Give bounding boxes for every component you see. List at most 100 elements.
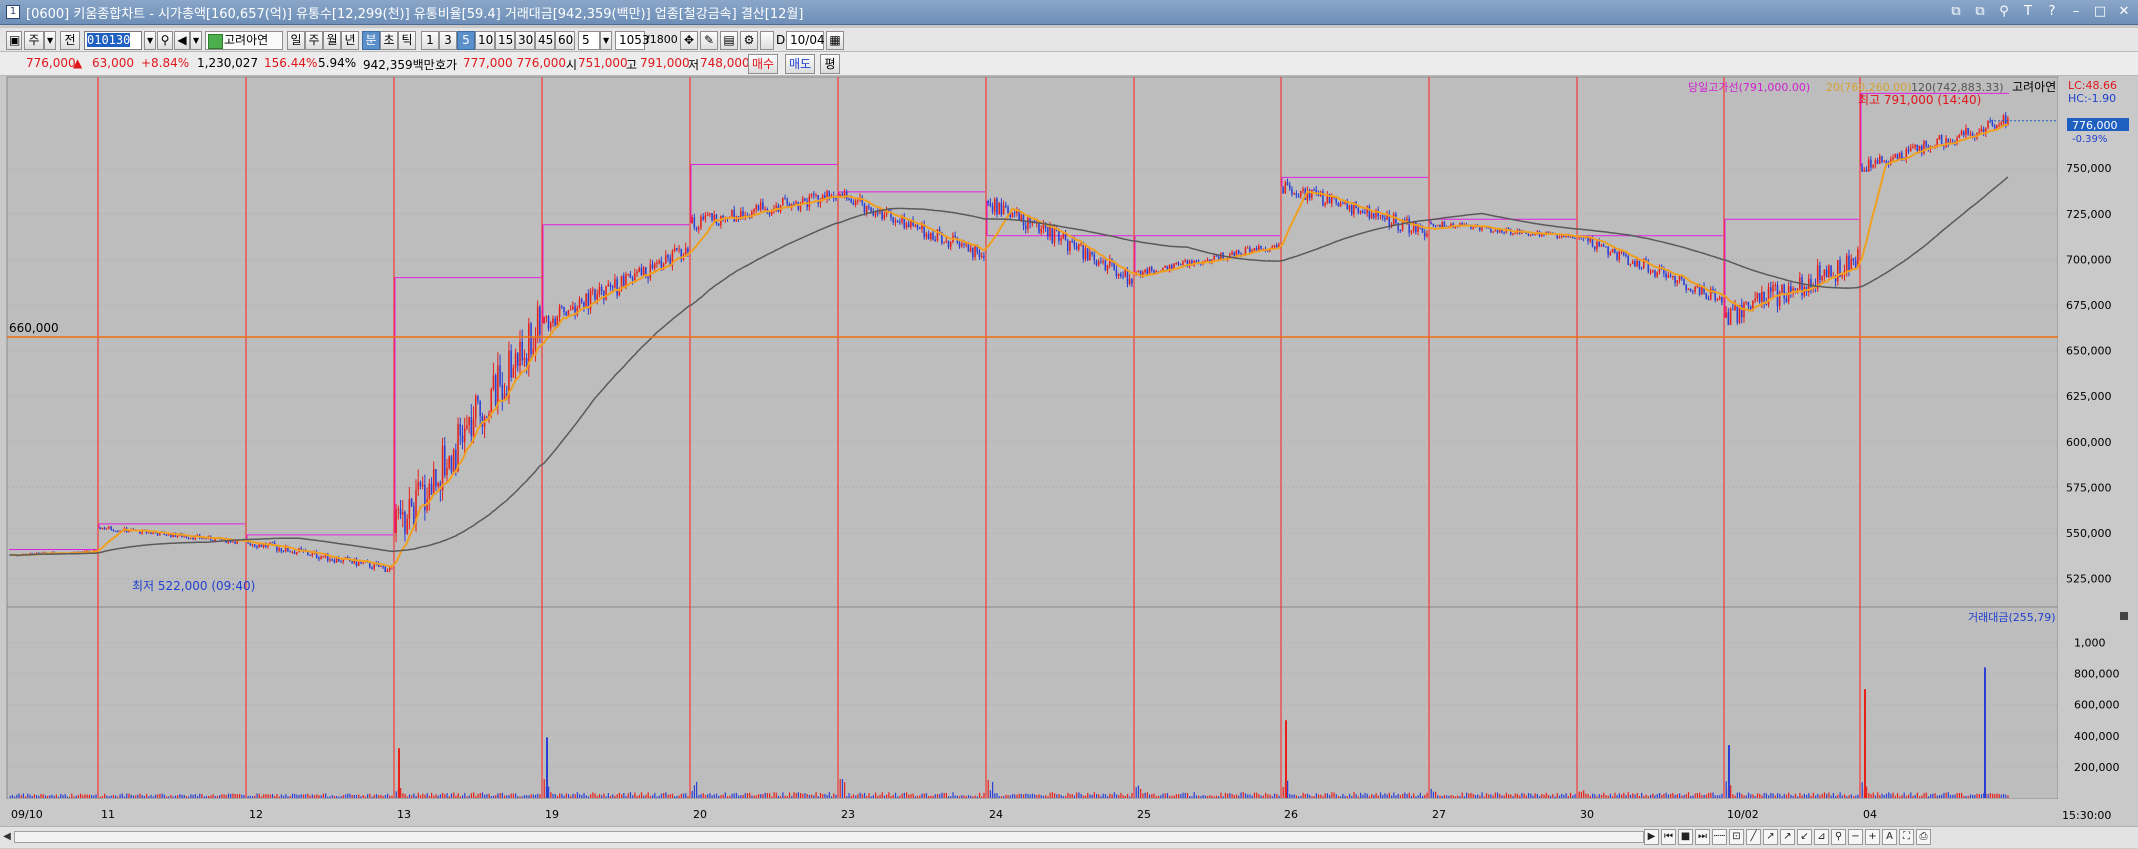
volume-panel-close-icon[interactable] [2120, 612, 2128, 620]
period-day[interactable]: 일 [287, 31, 305, 50]
date-input[interactable]: 10/04 [786, 31, 825, 50]
price-panel[interactable] [6, 76, 2059, 608]
minimize-button[interactable]: – [2068, 4, 2084, 20]
crosshair-icon[interactable]: ✥ [680, 31, 698, 50]
nav-first-icon[interactable]: ⏮ [1661, 829, 1676, 845]
period-week[interactable]: 주 [305, 31, 323, 50]
type-select[interactable]: 주 [24, 31, 44, 50]
period-year[interactable]: 년 [341, 31, 359, 50]
type-dropdown-icon[interactable]: ▼ [44, 31, 56, 50]
volume-bar [919, 795, 921, 798]
sell-button[interactable]: 매도 [785, 54, 815, 74]
period-month[interactable]: 월 [323, 31, 341, 50]
ruler-icon[interactable]: ┄┄ [1712, 829, 1727, 845]
stock-name[interactable]: 고려아연 [205, 31, 283, 50]
interval-30[interactable]: 30 [515, 31, 535, 50]
candle-body [461, 435, 464, 443]
scroll-thumb[interactable] [14, 831, 1644, 843]
volume-bar [302, 794, 305, 798]
settings-icon[interactable]: ⚙ [740, 31, 758, 50]
volume-bar [1550, 795, 1552, 798]
interval-5[interactable]: 5 [457, 31, 475, 50]
trend-tool-icon[interactable]: ↗ [1780, 829, 1795, 845]
prev-button[interactable]: 전 [60, 31, 80, 50]
volume-bar [1175, 794, 1177, 798]
interval-45[interactable]: 45 [535, 31, 555, 50]
zoom-minus-icon[interactable]: − [1848, 829, 1863, 845]
candle-body [945, 240, 948, 243]
volume-bar [1481, 792, 1483, 798]
buy-button[interactable]: 매수 [748, 54, 778, 74]
candle-body [516, 353, 519, 366]
interval-60[interactable]: 60 [555, 31, 575, 50]
copy-icon[interactable]: ⧉ [1972, 4, 1988, 20]
volume-bar [828, 792, 830, 798]
interval-1[interactable]: 1 [421, 31, 439, 50]
interval-15[interactable]: 15 [495, 31, 515, 50]
volume-bar [1384, 793, 1386, 798]
volume-bar [583, 793, 585, 798]
fullscreen-icon[interactable]: ⛶ [1899, 829, 1914, 845]
nav-stop-icon[interactable]: ■ [1678, 829, 1693, 845]
candle-body [1912, 146, 1914, 148]
pin-icon[interactable]: ⚲ [1996, 4, 2012, 20]
help-icon[interactable]: ? [2044, 4, 2060, 20]
code-dropdown-icon[interactable]: ▼ [144, 31, 156, 50]
candle-body [521, 341, 523, 361]
calendar-icon[interactable]: ▦ [826, 31, 844, 50]
volume-bar [1894, 795, 1896, 798]
low-label: 저 [688, 58, 700, 72]
zoom-fit-icon[interactable]: ⊡ [1729, 829, 1744, 845]
horizontal-scrollbar[interactable]: ◀ ▶ ⏮ ■ ⏭ ┄┄ ⊡ ╱ ↗ ↗ ↙ ⊿ ⚲ − + A ⛶ ⎙ [0, 826, 2138, 848]
volume-bar [1658, 793, 1661, 798]
line-tool-icon[interactable]: ╱ [1746, 829, 1761, 845]
fib-tool-icon[interactable]: ⊿ [1814, 829, 1829, 845]
search-icon[interactable]: ⚲ [157, 31, 173, 50]
interval-10[interactable]: 10 [475, 31, 495, 50]
scroll-left-icon[interactable]: ◀ [1, 830, 13, 844]
volume-bar [766, 793, 769, 798]
zoom-in-icon[interactable]: ⚲ [1831, 829, 1846, 845]
date-checkbox[interactable] [760, 31, 774, 50]
volume-bar [2002, 793, 2005, 798]
capture-icon[interactable]: ⎙ [1916, 829, 1931, 845]
stock-code-input[interactable]: 010130 [84, 31, 142, 50]
maximize-button[interactable]: □ [2092, 4, 2108, 20]
interval-select[interactable]: 5 [578, 31, 600, 50]
period-minute[interactable]: 분 [362, 31, 380, 50]
candle-body [1260, 245, 1262, 250]
volume-bar [488, 793, 490, 798]
zoom-plus-icon[interactable]: + [1865, 829, 1880, 845]
chart-area[interactable]: 750,000725,000700,000675,000650,000625,0… [0, 76, 2138, 826]
close-button[interactable]: ✕ [2116, 4, 2132, 20]
arrow-tool-icon[interactable]: ↙ [1797, 829, 1812, 845]
speaker-icon[interactable]: ◀ [174, 31, 190, 50]
volume-bar [1182, 792, 1184, 798]
period-tick[interactable]: 틱 [398, 31, 416, 50]
layout-icon[interactable]: ▣ [6, 31, 22, 50]
count-input[interactable]: 1053 [615, 31, 650, 50]
speaker-dropdown-icon[interactable]: ▼ [190, 31, 202, 50]
font-size-icon[interactable]: A [1882, 829, 1897, 845]
volume-bar [658, 795, 660, 798]
nav-next-icon[interactable]: ▶ [1644, 829, 1659, 845]
volume-bar [1510, 794, 1512, 798]
candle-body [1845, 255, 1848, 271]
volume-bar [508, 795, 510, 798]
volume-panel[interactable] [6, 606, 2059, 800]
interval-dropdown-icon[interactable]: ▼ [600, 31, 612, 50]
interval-3[interactable]: 3 [439, 31, 457, 50]
volume-bar [877, 795, 879, 798]
draw-tool-icon[interactable]: ✎ [700, 31, 718, 50]
link-icon[interactable]: ⧉ [1948, 4, 1964, 20]
save-icon[interactable]: ▤ [720, 31, 738, 50]
ray-tool-icon[interactable]: ↗ [1763, 829, 1778, 845]
volume-bar [1821, 793, 1823, 798]
volume-bar [358, 794, 360, 798]
period-second[interactable]: 초 [380, 31, 398, 50]
nav-last-icon[interactable]: ⏭ [1695, 829, 1710, 845]
app-icon[interactable]: 1 [6, 5, 20, 19]
font-icon[interactable]: T [2020, 4, 2036, 20]
avg-button[interactable]: 평 [820, 54, 840, 74]
volume-bar [294, 793, 296, 798]
